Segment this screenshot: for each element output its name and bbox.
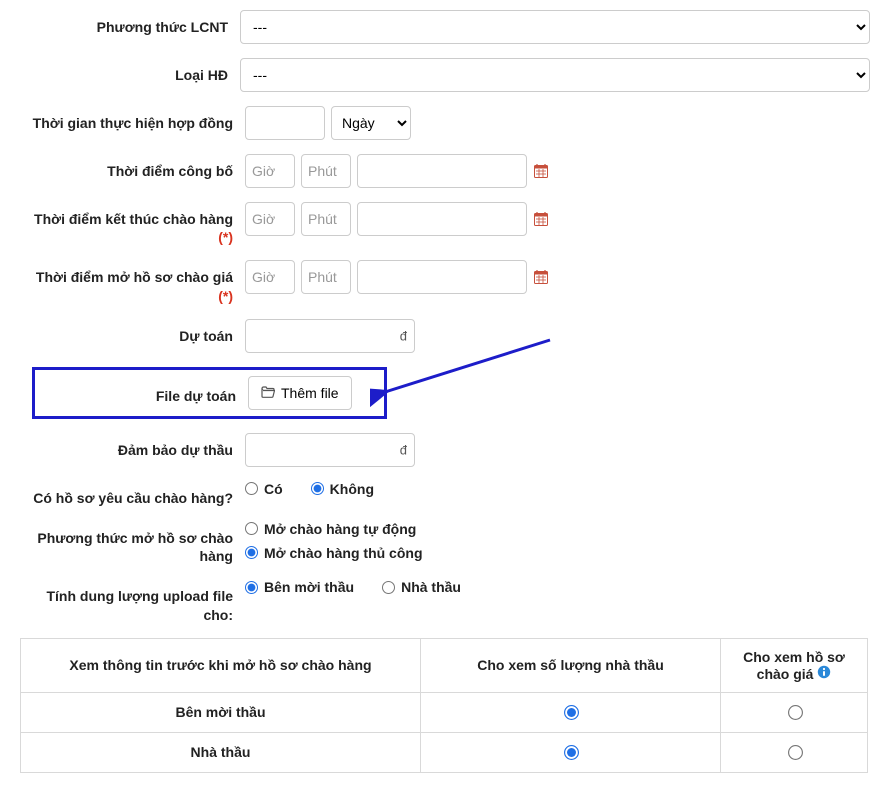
label-phuongthucmo: Phương thức mở hồ sơ chào hàng xyxy=(20,521,245,565)
input-mohoso-date[interactable] xyxy=(357,260,527,294)
table-row: Nhà thầu xyxy=(21,732,868,772)
radio-mo-auto[interactable]: Mở chào hàng tự động xyxy=(245,521,416,537)
calendar-icon[interactable] xyxy=(533,163,549,179)
highlight-filedutoan: File dự toán Thêm file xyxy=(32,367,387,419)
radio-nt-chaogia[interactable] xyxy=(788,745,803,760)
th-col1: Xem thông tin trước khi mở hồ sơ chào hà… xyxy=(21,638,421,692)
label-mohoso: Thời điểm mở hồ sơ chào giá (*) xyxy=(20,260,245,304)
calendar-icon[interactable] xyxy=(533,211,549,227)
radio-nt-soluong[interactable] xyxy=(564,745,579,760)
select-thoigian-unit[interactable]: Ngày xyxy=(331,106,411,140)
add-file-button[interactable]: Thêm file xyxy=(248,376,352,410)
radio-tinhfile-benmoithau[interactable]: Bên mời thầu xyxy=(245,579,354,595)
th-col2: Cho xem số lượng nhà thầu xyxy=(421,638,721,692)
input-congbo-min[interactable] xyxy=(301,154,351,188)
folder-open-icon xyxy=(261,385,275,401)
label-dutoan: Dự toán xyxy=(20,319,245,345)
select-lcnt[interactable]: --- xyxy=(240,10,870,44)
radio-coho-khong[interactable]: Không xyxy=(311,481,374,497)
input-mohoso-min[interactable] xyxy=(301,260,351,294)
row-label-nhathau: Nhà thầu xyxy=(21,732,421,772)
label-dambao: Đảm bảo dự thầu xyxy=(20,433,245,459)
input-congbo-hour[interactable] xyxy=(245,154,295,188)
radio-bmt-soluong[interactable] xyxy=(564,705,579,720)
radio-mo-manual[interactable]: Mở chào hàng thủ công xyxy=(245,545,423,561)
label-filedutoan: File dự toán xyxy=(35,381,248,405)
select-loaihd[interactable]: --- xyxy=(240,58,870,92)
info-icon[interactable] xyxy=(817,666,831,682)
input-ketthuc-min[interactable] xyxy=(301,202,351,236)
input-thoigian-value[interactable] xyxy=(245,106,325,140)
radio-tinhfile-nhathau[interactable]: Nhà thầu xyxy=(382,579,461,595)
label-thoigian: Thời gian thực hiện hợp đồng xyxy=(20,106,245,132)
input-congbo-date[interactable] xyxy=(357,154,527,188)
permissions-table: Xem thông tin trước khi mở hồ sơ chào hà… xyxy=(20,638,868,773)
th-col3: Cho xem hồ sơ chào giá xyxy=(721,638,868,692)
label-lcnt: Phương thức LCNT xyxy=(20,10,240,36)
table-row: Bên mời thầu xyxy=(21,692,868,732)
input-ketthuc-date[interactable] xyxy=(357,202,527,236)
table-header-row: Xem thông tin trước khi mở hồ sơ chào hà… xyxy=(21,638,868,692)
input-dutoan[interactable] xyxy=(245,319,415,353)
input-dambao[interactable] xyxy=(245,433,415,467)
calendar-icon[interactable] xyxy=(533,269,549,285)
label-tinhfile: Tính dung lượng upload file cho: xyxy=(20,579,245,623)
radio-bmt-chaogia[interactable] xyxy=(788,705,803,720)
label-congbo: Thời điểm công bố xyxy=(20,154,245,180)
radio-coho-co[interactable]: Có xyxy=(245,481,283,497)
input-mohoso-hour[interactable] xyxy=(245,260,295,294)
label-coho: Có hồ sơ yêu cầu chào hàng? xyxy=(20,481,245,507)
label-loaihd: Loại HĐ xyxy=(20,58,240,84)
input-ketthuc-hour[interactable] xyxy=(245,202,295,236)
label-ketthuc: Thời điểm kết thúc chào hàng (*) xyxy=(20,202,245,246)
row-label-benmoithau: Bên mời thầu xyxy=(21,692,421,732)
